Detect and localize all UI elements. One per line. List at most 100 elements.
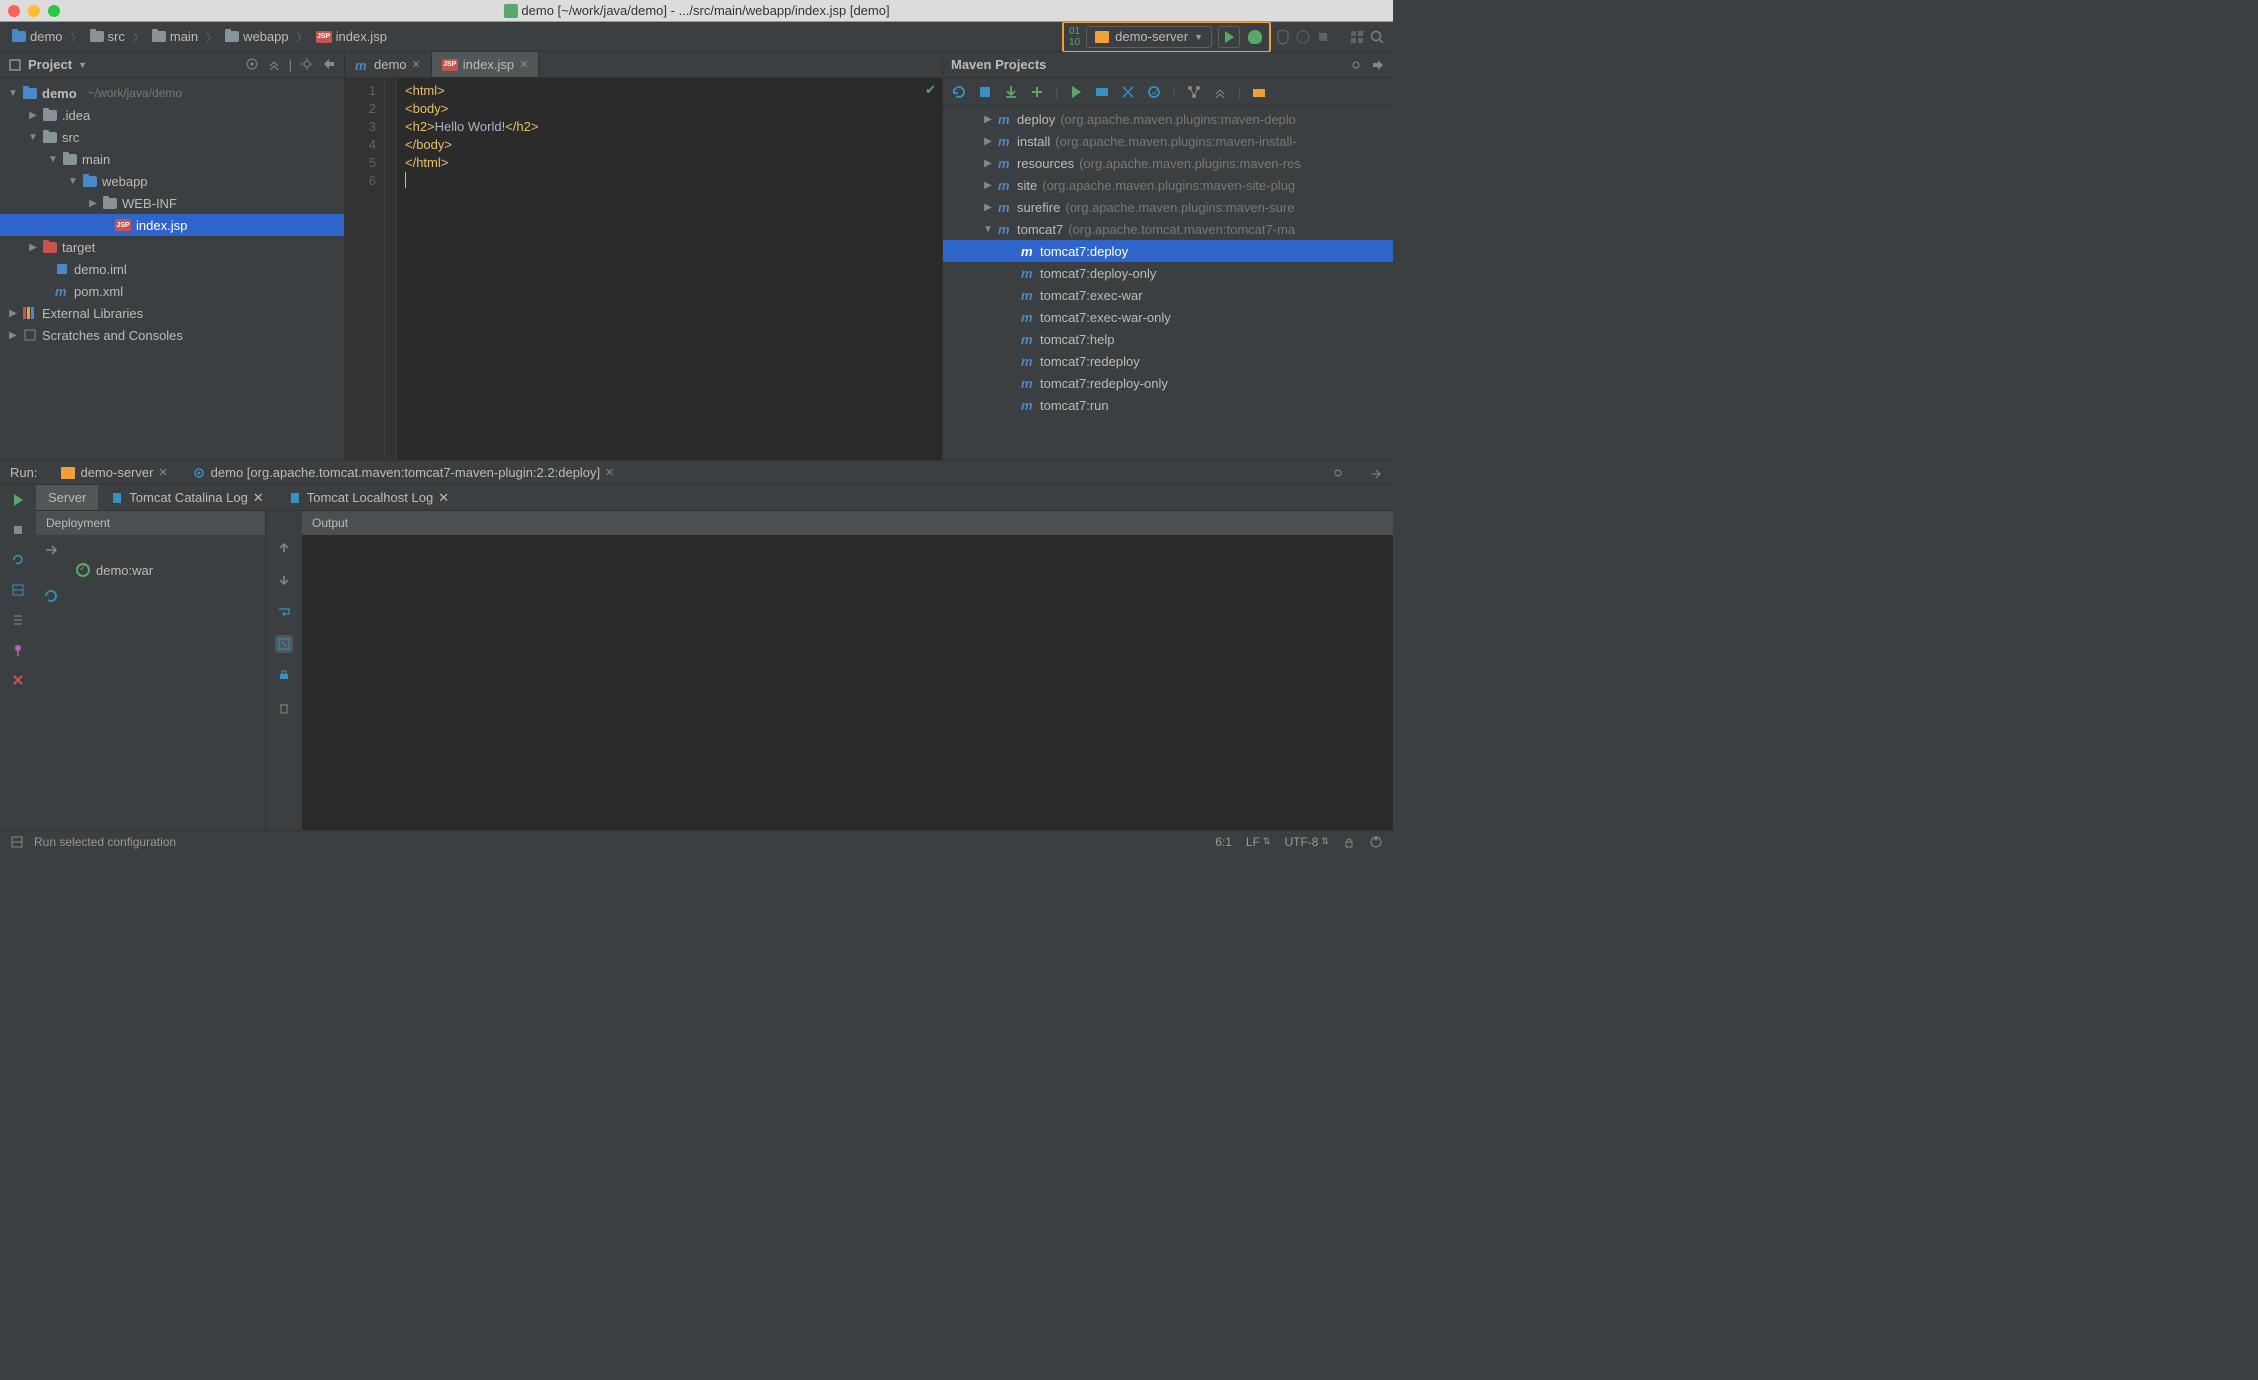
soft-wrap-button[interactable]	[275, 603, 293, 621]
tree-node-webapp[interactable]: webapp	[0, 170, 344, 192]
maven-plugin-resources[interactable]: mresources (org.apache.maven.plugins:mav…	[943, 152, 1393, 174]
maven-goal-tomcat7-exec-war[interactable]: mtomcat7:exec-war	[943, 284, 1393, 306]
code-editor[interactable]: 1 2 3 4 5 6 <html> <body> <h2>Hello Worl…	[345, 78, 942, 460]
inspection-ok-icon[interactable]: ✔	[925, 82, 936, 98]
print-button[interactable]	[275, 667, 293, 685]
maven-goal-tomcat7-help[interactable]: mtomcat7:help	[943, 328, 1393, 350]
close-icon[interactable]: ✕	[253, 490, 264, 506]
coverage-button[interactable]	[1275, 29, 1291, 45]
line-separator[interactable]: LF⇅	[1246, 835, 1271, 849]
run-tab-demo-server[interactable]: demo-server ✕	[61, 465, 167, 480]
reimport-icon[interactable]	[951, 84, 967, 100]
run-button[interactable]	[1218, 26, 1240, 48]
expand-arrow-icon[interactable]	[28, 132, 38, 143]
expand-arrow-icon[interactable]	[88, 198, 98, 209]
tree-node-scratches[interactable]: Scratches and Consoles	[0, 324, 344, 346]
breadcrumb-item[interactable]: src	[86, 29, 129, 44]
search-button[interactable]	[1369, 29, 1385, 45]
maven-plugin-tomcat7[interactable]: mtomcat7 (org.apache.tomcat.maven:tomcat…	[943, 218, 1393, 240]
tree-node-indexjsp[interactable]: JSP index.jsp	[0, 214, 344, 236]
maven-tree[interactable]: mdeploy (org.apache.maven.plugins:maven-…	[943, 106, 1393, 460]
editor-tab-demo[interactable]: m demo ✕	[345, 52, 432, 77]
inspection-profile-icon[interactable]	[1369, 835, 1383, 849]
collapse-all-icon[interactable]	[267, 57, 281, 71]
dump-threads-button[interactable]	[9, 611, 27, 629]
hide-icon[interactable]	[322, 57, 336, 71]
expand-arrow-icon[interactable]	[8, 308, 18, 319]
maven-plugin-deploy[interactable]: mdeploy (org.apache.maven.plugins:maven-…	[943, 108, 1393, 130]
up-button[interactable]	[275, 539, 293, 557]
maven-plugin-install[interactable]: minstall (org.apache.maven.plugins:maven…	[943, 130, 1393, 152]
close-icon[interactable]: ✕	[438, 490, 449, 506]
close-button[interactable]	[9, 671, 27, 689]
show-dependencies-icon[interactable]	[1186, 84, 1202, 100]
editor-tab-indexjsp[interactable]: JSP index.jsp ✕	[432, 52, 540, 77]
deploy-button[interactable]	[42, 541, 60, 559]
caret-position[interactable]: 6:1	[1215, 835, 1232, 849]
update-folders-icon[interactable]	[1146, 84, 1162, 100]
fold-gutter[interactable]	[385, 78, 397, 460]
debug-button[interactable]	[1246, 30, 1264, 44]
maven-plugin-surefire[interactable]: msurefire (org.apache.maven.plugins:mave…	[943, 196, 1393, 218]
tree-node-external-libraries[interactable]: External Libraries	[0, 302, 344, 324]
expand-arrow-icon[interactable]	[8, 330, 18, 341]
maven-goal-tomcat7-redeploy-only[interactable]: mtomcat7:redeploy-only	[943, 372, 1393, 394]
breadcrumb-item[interactable]: main	[148, 29, 202, 44]
maven-plugin-site[interactable]: msite (org.apache.maven.plugins:maven-si…	[943, 174, 1393, 196]
execute-goal-icon[interactable]	[1094, 84, 1110, 100]
deployment-item[interactable]: demo:war	[66, 535, 163, 605]
status-bar-icon[interactable]	[10, 835, 24, 849]
maven-goal-tomcat7-redeploy[interactable]: mtomcat7:redeploy	[943, 350, 1393, 372]
tree-node-webinf[interactable]: WEB-INF	[0, 192, 344, 214]
breadcrumb-item[interactable]: JSPindex.jsp	[312, 29, 391, 44]
tree-node-idea[interactable]: .idea	[0, 104, 344, 126]
close-icon[interactable]: ✕	[158, 466, 167, 479]
gear-icon[interactable]	[1349, 58, 1363, 72]
close-icon[interactable]: ✕	[605, 466, 614, 479]
download-icon[interactable]	[1003, 84, 1019, 100]
rerun-button[interactable]	[9, 491, 27, 509]
hide-icon[interactable]	[1369, 466, 1383, 480]
lock-icon[interactable]	[1343, 836, 1355, 848]
stop-button[interactable]	[1315, 29, 1331, 45]
generate-sources-icon[interactable]	[977, 84, 993, 100]
gear-icon[interactable]	[300, 57, 314, 71]
run-maven-icon[interactable]	[1068, 84, 1084, 100]
maven-settings-icon[interactable]	[1251, 84, 1267, 100]
tree-node-main[interactable]: main	[0, 148, 344, 170]
maven-goal-tomcat7-run[interactable]: mtomcat7:run	[943, 394, 1393, 416]
breadcrumb-item[interactable]: demo	[8, 29, 67, 44]
close-icon[interactable]: ✕	[519, 58, 528, 71]
expand-arrow-icon[interactable]	[68, 176, 78, 187]
maven-panel-title[interactable]: Maven Projects	[951, 57, 1349, 72]
scroll-to-end-button[interactable]	[275, 635, 293, 653]
tree-node-demoiml[interactable]: demo.iml	[0, 258, 344, 280]
tree-node-pom[interactable]: m pom.xml	[0, 280, 344, 302]
output-console[interactable]	[302, 535, 1393, 830]
run-tab-maven-deploy[interactable]: demo [org.apache.tomcat.maven:tomcat7-ma…	[192, 465, 615, 480]
layout-button[interactable]	[9, 581, 27, 599]
maven-goal-tomcat7-deploy-only[interactable]: mtomcat7:deploy-only	[943, 262, 1393, 284]
run-config-dropdown[interactable]: demo-server ▼	[1086, 26, 1212, 48]
file-encoding[interactable]: UTF-8⇅	[1284, 835, 1329, 849]
tree-node-src[interactable]: src	[0, 126, 344, 148]
run-subtab-localhost-log[interactable]: Tomcat Localhost Log✕	[276, 485, 461, 510]
code-content[interactable]: <html> <body> <h2>Hello World!</h2> </bo…	[397, 78, 942, 460]
close-window-button[interactable]	[8, 5, 20, 17]
project-tree[interactable]: demo ~/work/java/demo .idea src main	[0, 78, 344, 460]
refresh-deployment-button[interactable]	[42, 587, 60, 605]
maven-goal-tomcat7-exec-war-only[interactable]: mtomcat7:exec-war-only	[943, 306, 1393, 328]
maven-goal-tomcat7-deploy[interactable]: mtomcat7:deploy	[943, 240, 1393, 262]
run-subtab-catalina-log[interactable]: Tomcat Catalina Log✕	[98, 485, 275, 510]
breadcrumb-item[interactable]: webapp	[221, 29, 293, 44]
clear-button[interactable]	[275, 699, 293, 717]
stop-button[interactable]	[9, 521, 27, 539]
add-icon[interactable]	[1029, 84, 1045, 100]
toggle-offline-icon[interactable]	[1120, 84, 1136, 100]
profile-button[interactable]	[1295, 29, 1311, 45]
close-icon[interactable]: ✕	[412, 58, 421, 71]
hide-icon[interactable]	[1371, 58, 1385, 72]
run-subtab-server[interactable]: Server	[36, 485, 98, 510]
expand-arrow-icon[interactable]	[8, 88, 18, 99]
tree-node-demo[interactable]: demo ~/work/java/demo	[0, 82, 344, 104]
